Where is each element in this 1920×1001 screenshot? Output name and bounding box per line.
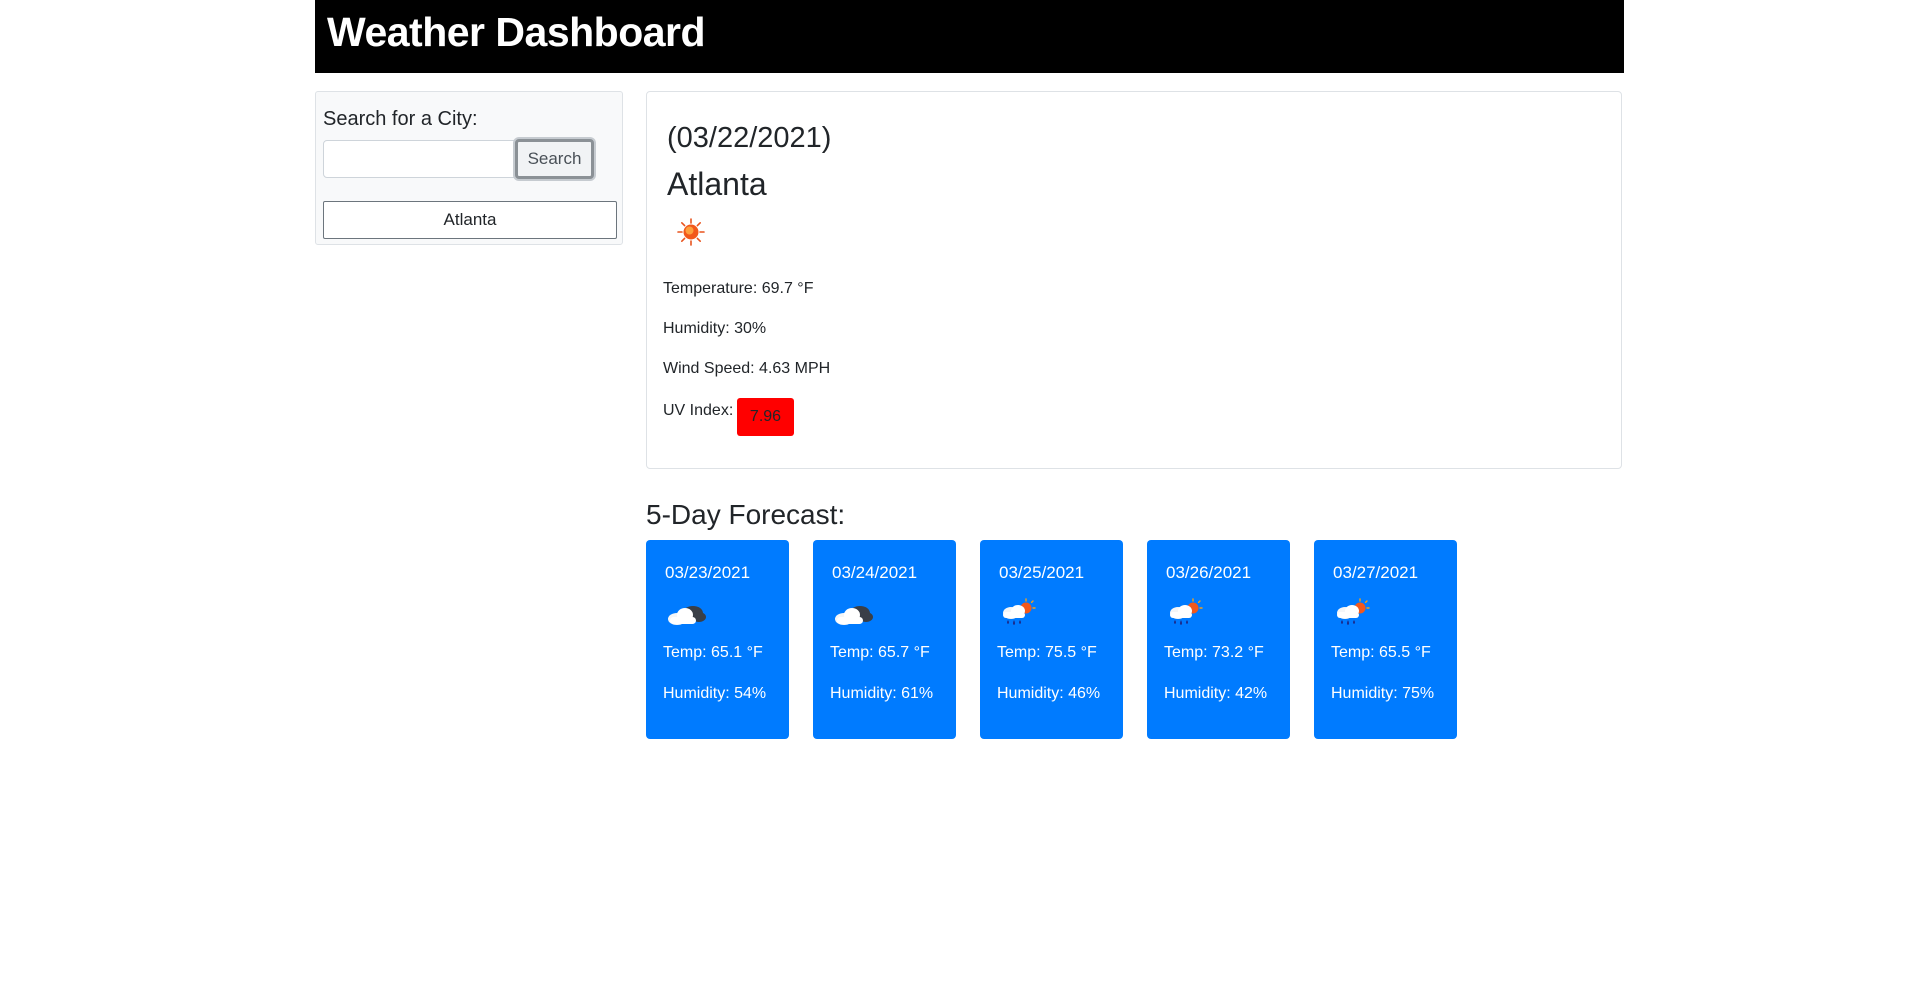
- forecast-card: 03/27/2021 Temp: 65.5 °F Humidity: 75%: [1314, 540, 1457, 739]
- current-temperature: Temperature: 69.7 °F: [663, 280, 814, 297]
- forecast-humidity: Humidity: 54%: [663, 685, 767, 702]
- history-city-button[interactable]: Atlanta: [323, 201, 617, 239]
- forecast-humidity: Humidity: 42%: [1164, 685, 1268, 702]
- rain-sun-icon: [1337, 598, 1370, 625]
- forecast-temp: Temp: 65.5 °F: [1331, 644, 1431, 661]
- forecast-card: 03/26/2021 Temp: 73.2 °F Humidity: 42%: [1147, 540, 1290, 739]
- current-wind-speed: Wind Speed: 4.63 MPH: [663, 360, 831, 377]
- current-city: Atlanta: [667, 166, 767, 202]
- uv-index-badge: 7.96: [737, 398, 794, 436]
- sun-icon: [677, 218, 705, 246]
- app-header: Weather Dashboard: [315, 0, 1624, 73]
- rain-sun-icon: [1003, 598, 1036, 625]
- forecast-humidity: Humidity: 61%: [830, 685, 934, 702]
- current-weather-card: (03/22/2021) Atlanta Temperature: 69.7 °…: [646, 91, 1622, 469]
- current-date: (03/22/2021): [667, 122, 832, 154]
- forecast-temp: Temp: 65.7 °F: [830, 644, 930, 661]
- forecast-date: 03/26/2021: [1166, 563, 1252, 582]
- forecast-temp: Temp: 65.1 °F: [663, 644, 763, 661]
- page-title: Weather Dashboard: [327, 9, 706, 55]
- forecast-temp: Temp: 73.2 °F: [1164, 644, 1264, 661]
- forecast-humidity: Humidity: 46%: [997, 685, 1101, 702]
- rain-sun-icon: [1170, 598, 1203, 625]
- forecast-date: 03/23/2021: [665, 563, 751, 582]
- forecast-title: 5-Day Forecast:: [646, 499, 846, 530]
- city-search-input[interactable]: [323, 140, 515, 178]
- search-label: Search for a City:: [323, 108, 478, 130]
- cloudy-icon: [668, 606, 706, 625]
- forecast-date: 03/27/2021: [1333, 563, 1419, 582]
- forecast-card: 03/23/2021 Temp: 65.1 °F Humidity: 54%: [646, 540, 789, 739]
- forecast-temp: Temp: 75.5 °F: [997, 644, 1097, 661]
- forecast-date: 03/25/2021: [999, 563, 1085, 582]
- forecast-card: 03/25/2021 Temp: 75.5 °F Humidity: 46%: [980, 540, 1123, 739]
- uv-index-label: UV Index:: [663, 402, 734, 419]
- search-panel: Search for a City: Search Atlanta: [315, 91, 623, 245]
- cloudy-icon: [835, 606, 873, 625]
- forecast-humidity: Humidity: 75%: [1331, 685, 1435, 702]
- forecast-date: 03/24/2021: [832, 563, 918, 582]
- forecast-card: 03/24/2021 Temp: 65.7 °F Humidity: 61%: [813, 540, 956, 739]
- current-humidity: Humidity: 30%: [663, 320, 767, 337]
- search-button[interactable]: Search: [515, 139, 594, 179]
